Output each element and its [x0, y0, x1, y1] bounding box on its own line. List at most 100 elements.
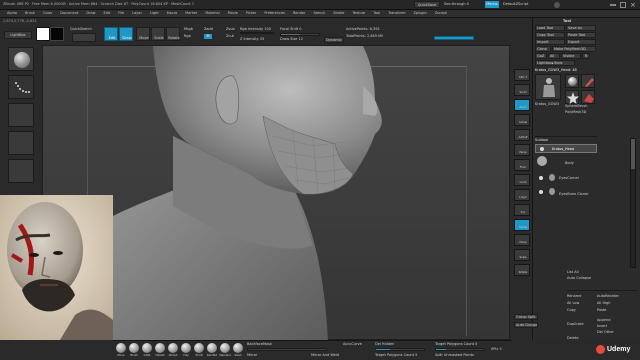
- stroke-thumbnail[interactable]: [8, 75, 34, 99]
- m-button[interactable]: M: [204, 34, 212, 39]
- brush-button-hpolish[interactable]: hPolish: [154, 342, 166, 360]
- mirror-and-weld-button[interactable]: Mirror And Weld: [311, 353, 351, 358]
- brush-button-move[interactable]: Move: [115, 342, 127, 360]
- help-icon[interactable]: [554, 2, 560, 8]
- clone-button[interactable]: Clone: [535, 46, 551, 52]
- brush-button-trimd[interactable]: TrimD: [193, 342, 205, 360]
- target-polygons-slider[interactable]: Target Polygons Count 5: [375, 353, 425, 358]
- list-all-button[interactable]: List All: [567, 270, 597, 275]
- all-button[interactable]: All: [548, 53, 560, 59]
- backface-mask-track[interactable]: [247, 348, 327, 351]
- menu-item-layer[interactable]: Layer: [128, 11, 146, 17]
- menu-item-draw[interactable]: Draw: [82, 11, 99, 17]
- menu-item-texture[interactable]: Texture: [348, 11, 369, 17]
- menu-item-picker[interactable]: Picker: [242, 11, 260, 17]
- menu-item-movie[interactable]: Movie: [224, 11, 242, 17]
- subtool-scrollbar[interactable]: [630, 138, 636, 268]
- menu-item-alpha[interactable]: Alpha: [3, 11, 21, 17]
- subtool-header[interactable]: Subtool: [535, 138, 575, 143]
- focal-shift-track[interactable]: [280, 33, 320, 36]
- menu-item-file[interactable]: File: [114, 11, 128, 17]
- eraser-thumb[interactable]: [581, 90, 595, 104]
- quick-sketch-button[interactable]: QuickSketch: [70, 27, 100, 32]
- material-thumbnail[interactable]: [8, 159, 34, 183]
- move-button[interactable]: Move: [136, 27, 150, 41]
- subtool-item[interactable]: EyesCorner: [535, 172, 597, 184]
- target-polygons-track-2[interactable]: [435, 348, 485, 351]
- auto-collapse-button[interactable]: Auto Collapse: [567, 276, 607, 281]
- z-intensity-slider[interactable]: Z Intensity 25: [240, 37, 276, 42]
- focal-shift-slider[interactable]: Focal Shift 0: [280, 27, 320, 32]
- draw-button[interactable]: Draw: [119, 27, 133, 41]
- eye-icon[interactable]: [540, 147, 544, 151]
- menu-item-brush[interactable]: Brush: [21, 11, 39, 17]
- minimize-icon[interactable]: [610, 4, 616, 6]
- del-hidden-button[interactable]: Del Hidden: [375, 342, 405, 347]
- insert-button[interactable]: Insert: [597, 324, 627, 329]
- menu-item-stencil[interactable]: Stencil: [309, 11, 329, 17]
- lightbox-button[interactable]: LightBox: [4, 31, 32, 39]
- menu-item-stroke[interactable]: Stroke: [329, 11, 348, 17]
- see-through-slider[interactable]: See-through 0: [444, 2, 480, 7]
- menu-item-render[interactable]: Render: [289, 11, 309, 17]
- brush-button-brush[interactable]: Brush: [128, 342, 140, 360]
- subtool-item[interactable]: Body: [535, 156, 597, 168]
- target-polygons-slider-2[interactable]: Target Polygons Count 5: [435, 342, 485, 347]
- target-polygons-track[interactable]: [375, 348, 425, 351]
- rotate-button[interactable]: Rotate: [166, 27, 180, 41]
- all-low-button[interactable]: All Low: [567, 301, 597, 306]
- save-as-button[interactable]: Save As: [566, 25, 596, 31]
- draw-size-slider[interactable]: Draw Size 12: [280, 37, 320, 42]
- rename-button[interactable]: Rename: [567, 294, 597, 299]
- copy-button[interactable]: Copy: [567, 308, 597, 313]
- brush-button-clay[interactable]: Clay: [180, 342, 192, 360]
- scale-button[interactable]: Scale: [151, 27, 165, 41]
- goz-button[interactable]: GoZ: [535, 53, 547, 59]
- del-other-button[interactable]: Del Other: [597, 330, 627, 335]
- r-button[interactable]: R: [582, 53, 590, 59]
- menu-item-zplugin[interactable]: Zplugin: [409, 11, 430, 17]
- brush-button-standard[interactable]: Standard: [219, 342, 231, 360]
- tool-panel-header[interactable]: Tool: [563, 19, 603, 24]
- mrgb-button[interactable]: Mrgb: [184, 27, 196, 32]
- subtool-item-active[interactable]: Kratos_Head: [535, 144, 597, 153]
- lightbox-tools-button[interactable]: Lightbox▸Tools: [535, 60, 575, 66]
- duplicate-button[interactable]: Duplicate: [567, 322, 597, 327]
- import-button[interactable]: Import: [535, 39, 565, 45]
- zsub-button[interactable]: Zsub: [226, 27, 238, 32]
- mirror-button[interactable]: Mirror: [247, 353, 267, 358]
- menu-item-document[interactable]: Document: [56, 11, 82, 17]
- color-swatch-main[interactable]: [36, 27, 50, 41]
- quicksave-button[interactable]: QuickSave: [414, 1, 440, 8]
- visible-button[interactable]: Visible: [561, 53, 581, 59]
- texture-thumbnail[interactable]: [8, 131, 34, 155]
- menu-item-preferences[interactable]: Preferences: [260, 11, 289, 17]
- default-zscript-button[interactable]: DefaultZScript: [503, 2, 541, 7]
- delete-button[interactable]: Delete: [567, 336, 597, 341]
- close-icon[interactable]: ×: [630, 1, 637, 9]
- auto-groups-button[interactable]: Auto Groups: [514, 322, 538, 328]
- brush-thumbnail[interactable]: [8, 47, 34, 71]
- dynamic-button[interactable]: Dynamic: [324, 37, 344, 43]
- backface-mask-slider[interactable]: BackfaceMask: [247, 342, 287, 347]
- menu-item-material[interactable]: Material: [201, 11, 223, 17]
- append-button[interactable]: Append: [597, 318, 627, 323]
- make-polymesh-button[interactable]: Make PolyMesh3D: [552, 46, 596, 52]
- menu-item-tool[interactable]: Tool: [369, 11, 384, 17]
- eye-icon[interactable]: [539, 190, 543, 194]
- zcut-button[interactable]: Zcut: [226, 34, 238, 39]
- edit-button[interactable]: Edit: [104, 27, 118, 41]
- eye-icon[interactable]: [539, 176, 543, 180]
- split-unmasked-button[interactable]: Split Unmasked Points: [435, 353, 485, 358]
- copy-tool-button[interactable]: Copy Tool: [535, 32, 565, 38]
- color-swatch-secondary[interactable]: [50, 27, 64, 41]
- rgb-button[interactable]: Rgb: [184, 34, 196, 39]
- menu-item-transform[interactable]: Transform: [384, 11, 409, 17]
- all-high-button[interactable]: All High: [597, 301, 627, 306]
- menu-item-marker[interactable]: Marker: [181, 11, 201, 17]
- autoreorder-button[interactable]: AutoReorder: [597, 294, 637, 299]
- menu-item-color[interactable]: Color: [39, 11, 56, 17]
- draw-size-track[interactable]: [240, 32, 274, 34]
- export-button[interactable]: Export: [566, 39, 596, 45]
- menus-button[interactable]: Menus: [485, 1, 499, 8]
